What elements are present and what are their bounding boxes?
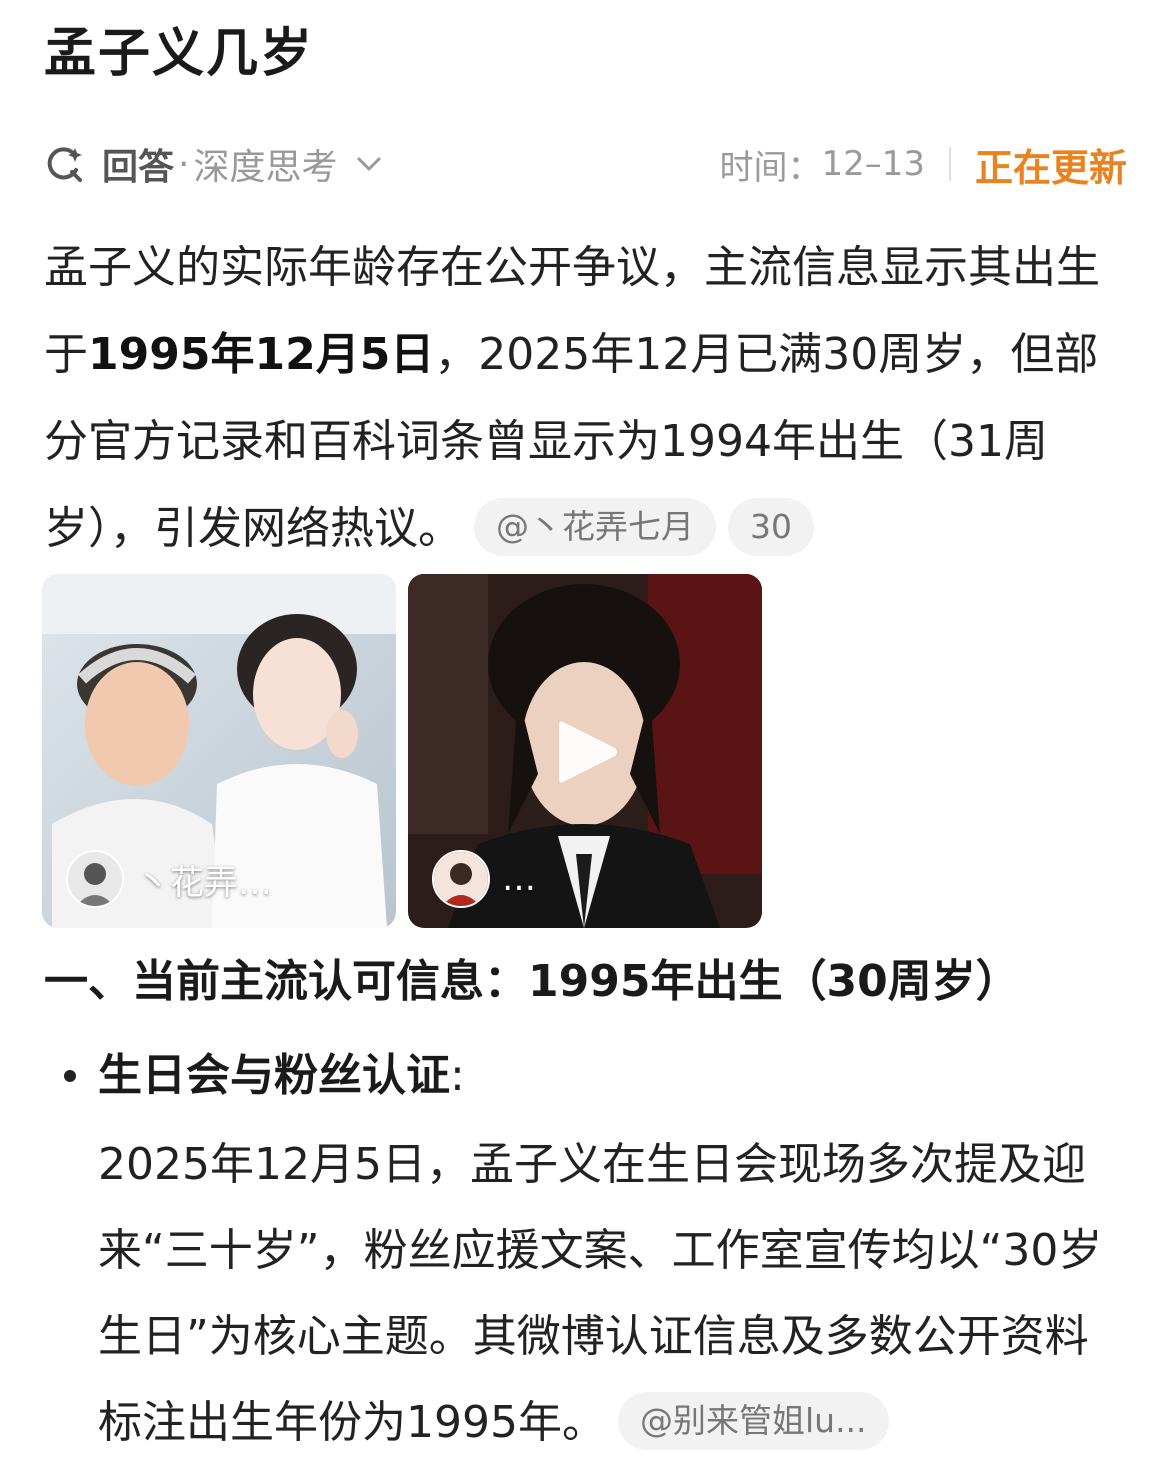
meta-right: 时间： 12–13 正在更新 <box>719 137 1127 192</box>
answer-meta-bar: 回答 · 深度思考 时间： 12–13 正在更新 <box>44 138 1127 190</box>
bullet-title: 生日会与粉丝认证 <box>98 1050 450 1101</box>
play-icon[interactable] <box>555 716 621 788</box>
bullet-dot <box>64 1070 76 1082</box>
author-name: 丶花弄… <box>136 862 272 903</box>
card-author: 丶花弄… <box>66 850 272 908</box>
meta-divider <box>948 147 951 181</box>
image-card[interactable]: 丶花弄… <box>42 574 396 928</box>
avatar <box>66 850 124 908</box>
meta-dot: · <box>178 143 190 185</box>
bullet-colon: : <box>450 1050 465 1101</box>
bullet-body-text: 2025年12月5日，孟子义在生日会现场多次提及迎来“三十岁”，粉丝应援文案、工… <box>98 1139 1103 1448</box>
deep-think-label: 深度思考 <box>193 147 338 188</box>
answer-birthdate: 1995年12月5日 <box>88 329 435 380</box>
source-count-chip[interactable]: 30 <box>728 498 814 556</box>
card-author: … <box>432 850 536 908</box>
source-chip[interactable]: @丶花弄七月 <box>474 498 716 556</box>
answer-mode-toggle[interactable]: 回答 · 深度思考 <box>44 138 383 190</box>
time-value: 12–13 <box>821 144 925 184</box>
section-heading: 一、当前主流认可信息：1995年出生（30周岁） <box>44 956 1020 1007</box>
avatar <box>432 850 490 908</box>
status-updating: 正在更新 <box>974 145 1127 190</box>
page-title: 孟子义几岁 <box>44 24 315 84</box>
bullet-body: 2025年12月5日，孟子义在生日会现场多次提及迎来“三十岁”，粉丝应援文案、工… <box>98 1122 1128 1466</box>
ai-search-icon <box>47 147 82 182</box>
media-row: 丶花弄… … <box>42 574 774 928</box>
video-card[interactable]: … <box>408 574 762 928</box>
answer-label: 回答 <box>102 147 175 188</box>
time-label: 时间： <box>719 147 822 188</box>
answer-paragraph: 孟子义的实际年龄存在公开争议，主流信息显示其出生于1995年12月5日，2025… <box>44 224 1124 572</box>
source-chip[interactable]: @别来管姐lu... <box>617 1392 889 1450</box>
author-name: … <box>502 859 536 899</box>
bullet-heading: 生日会与粉丝认证: <box>98 1046 465 1106</box>
chevron-down-icon <box>357 157 381 171</box>
